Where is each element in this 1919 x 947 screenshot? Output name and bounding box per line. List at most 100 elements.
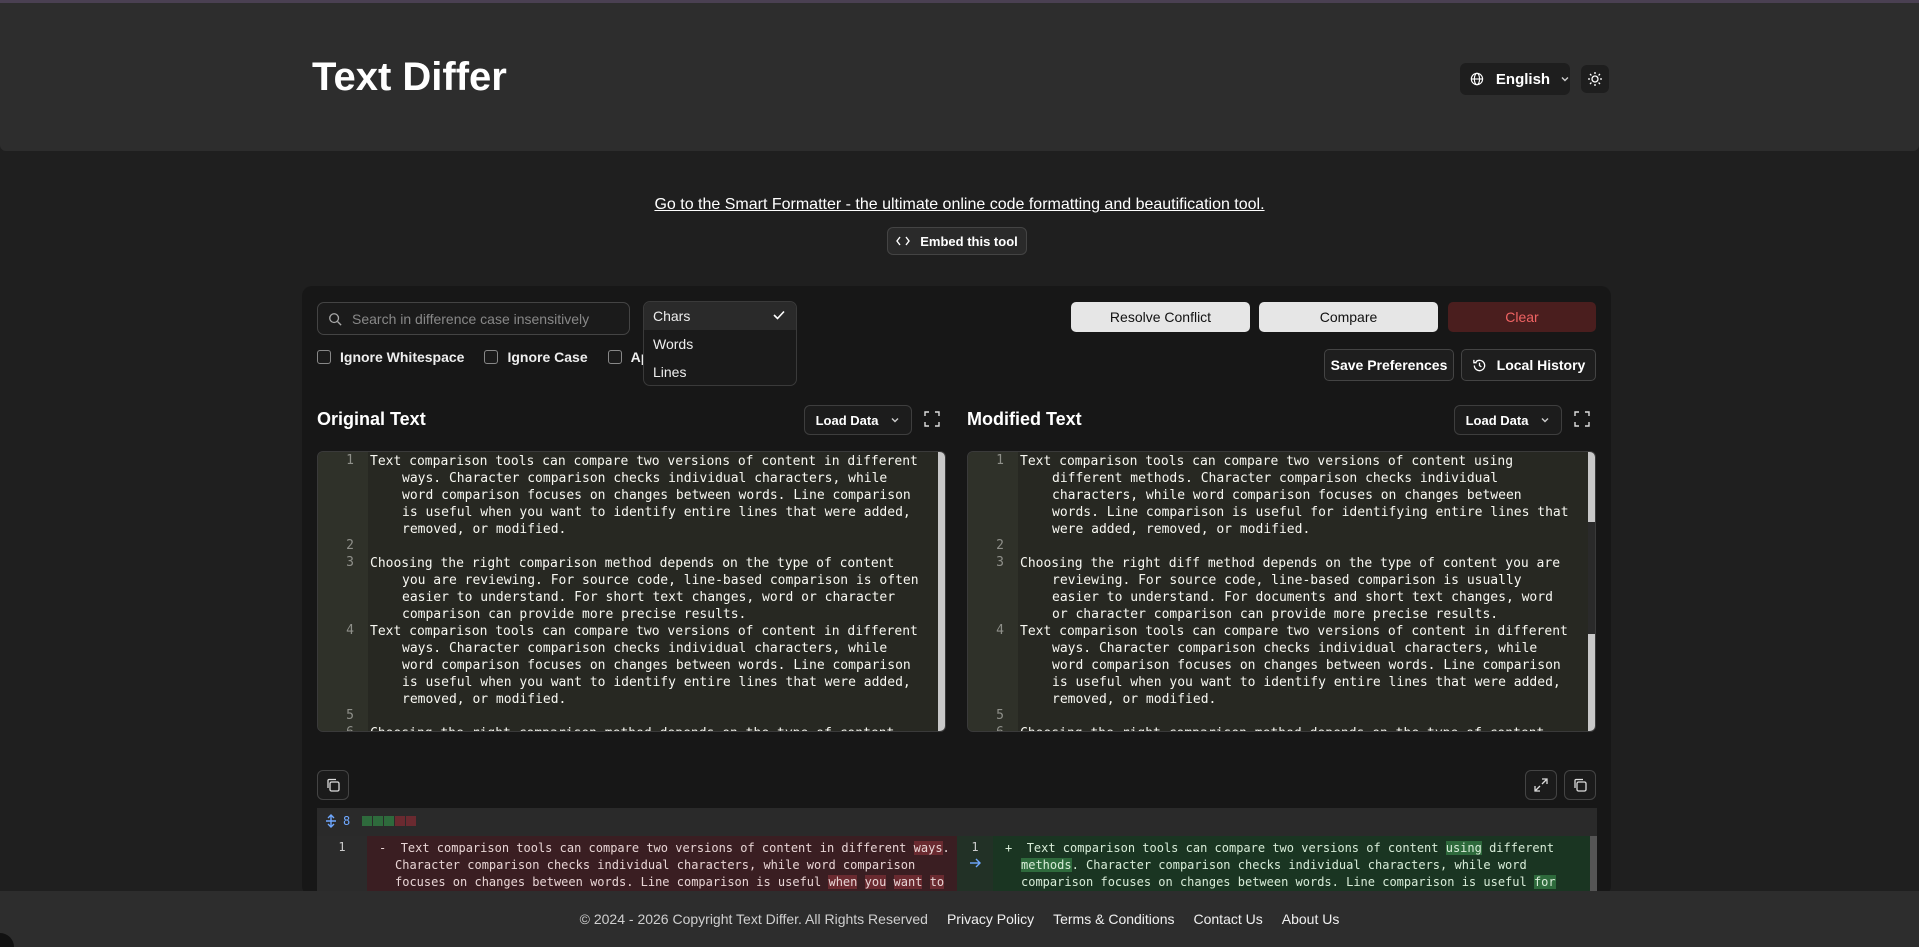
diff-scrollbar[interactable]: [1590, 836, 1597, 896]
copy-diff-button[interactable]: [1564, 770, 1596, 800]
original-load-data-button[interactable]: Load Data: [804, 405, 912, 435]
privacy-policy-link[interactable]: Privacy Policy: [947, 911, 1034, 927]
scrollbar-thumb[interactable]: [938, 452, 945, 731]
line-number: 6: [968, 725, 1004, 731]
diff-deleted-line: - Text comparison tools can compare two …: [367, 840, 957, 896]
diff-line-number: 1: [971, 840, 979, 854]
sun-icon: [1588, 72, 1602, 86]
line-number: 1: [996, 453, 1004, 468]
language-selector[interactable]: English: [1460, 63, 1570, 95]
checkbox-box[interactable]: [607, 350, 622, 364]
editor-scrollbar[interactable]: [938, 452, 945, 731]
line-number: 1: [346, 453, 354, 468]
line-number: 2: [346, 538, 354, 553]
scrollbar-thumb[interactable]: [1588, 452, 1595, 522]
minimap-insert: [362, 816, 373, 826]
editor-scrollbar[interactable]: [1588, 452, 1595, 731]
line-text: [370, 538, 924, 555]
modified-load-data-button[interactable]: Load Data: [1454, 405, 1562, 435]
minimap-delete: [406, 816, 417, 826]
modified-text-title: Modified Text: [967, 409, 1082, 429]
line-number: 4: [996, 623, 1004, 638]
unchanged-text: Text comparison tools can compare two ve…: [400, 841, 914, 855]
modified-text-editor[interactable]: 1 Text comparison tools can compare two v…: [967, 451, 1596, 732]
line-text: Choosing the right comparison method dep…: [1020, 725, 1574, 731]
editor-line: 4 Text comparison tools can compare two v…: [318, 623, 936, 708]
line-text: Text comparison tools can compare two ve…: [370, 624, 918, 707]
load-data-label: Load Data: [815, 412, 879, 428]
copy-icon: [327, 778, 340, 792]
line-text: Text comparison tools can compare two ve…: [370, 454, 918, 537]
diff-summary-bar: 8: [317, 808, 1597, 836]
editor-line: 6 Choosing the right comparison method de…: [968, 725, 1586, 731]
diff-right-pane: 1 + Text comparison tools can compare tw…: [957, 836, 1597, 896]
inserted-word: using: [1445, 841, 1482, 855]
contact-link[interactable]: Contact Us: [1194, 911, 1263, 927]
checkbox-box[interactable]: [484, 350, 499, 364]
editor-line: 5: [318, 708, 936, 725]
history-icon: [1472, 359, 1485, 371]
line-number: 6: [318, 725, 354, 731]
diff-view: 1 - Text comparison tools can compare tw…: [317, 836, 1597, 896]
inserted-word: for: [1533, 875, 1556, 889]
mode-option-lines[interactable]: Lines: [644, 358, 796, 385]
editor-line: 1 Text comparison tools can compare two v…: [968, 453, 1586, 538]
mode-option-words[interactable]: Words: [644, 330, 796, 358]
code-icon: [896, 236, 911, 246]
modified-fullscreen-button[interactable]: [1572, 409, 1592, 429]
expand-icon: [924, 411, 940, 427]
options-row: Ignore Whitespace Ignore Case Appl: [317, 349, 662, 365]
inserted-word: methods: [1021, 858, 1072, 872]
original-fullscreen-button[interactable]: [922, 409, 942, 429]
editor-line: 3 Choosing the right diff method depends …: [968, 555, 1586, 623]
unchanged-text: Text comparison tools can compare two ve…: [1026, 841, 1446, 855]
diff-count: 8: [325, 814, 417, 828]
line-number: 3: [346, 555, 354, 570]
mode-option-chars[interactable]: Chars: [644, 302, 796, 330]
line-text: Text comparison tools can compare two ve…: [1020, 624, 1568, 707]
editor-line: 4 Text comparison tools can compare two v…: [968, 623, 1586, 708]
page-title: Text Differ: [312, 55, 507, 99]
language-label: English: [1495, 70, 1551, 88]
copy-button[interactable]: [317, 770, 349, 800]
resolve-conflict-button[interactable]: Resolve Conflict: [1071, 302, 1250, 332]
smart-formatter-link[interactable]: Go to the Smart Formatter - the ultimate…: [0, 196, 1919, 214]
original-text-title: Original Text: [317, 409, 426, 429]
diff-minimap: [362, 816, 417, 826]
embed-tool-button[interactable]: Embed this tool: [887, 227, 1027, 255]
arrows-vertical-icon[interactable]: [325, 814, 337, 828]
line-text: [1020, 538, 1574, 555]
compare-mode-dropdown: Chars Words Lines: [643, 301, 797, 386]
expand-diff-button[interactable]: [1525, 770, 1557, 800]
line-number: 2: [996, 538, 1004, 553]
check-icon: [773, 310, 785, 320]
ignore-case-checkbox[interactable]: Ignore Case: [484, 349, 588, 365]
checkbox-label: Ignore Case: [507, 349, 588, 365]
deleted-text: Text comparison tools can compare two ve…: [395, 841, 950, 896]
local-history-button[interactable]: Local History: [1461, 349, 1596, 381]
ignore-whitespace-checkbox[interactable]: Ignore Whitespace: [317, 349, 464, 365]
arrow-right-icon[interactable]: [969, 858, 981, 868]
diff-line-gutter: 1: [957, 836, 993, 896]
mode-option-label: Words: [653, 336, 694, 352]
original-text-editor[interactable]: 1 Text comparison tools can compare two v…: [317, 451, 946, 732]
clear-button[interactable]: Clear: [1448, 302, 1596, 332]
deleted-word: to: [929, 875, 945, 889]
save-preferences-button[interactable]: Save Preferences: [1324, 349, 1454, 381]
search-icon: [329, 312, 342, 326]
footer: © 2024 - 2026 Copyright Text Differ. All…: [0, 891, 1919, 947]
compare-button[interactable]: Compare: [1259, 302, 1438, 332]
scrollbar-thumb[interactable]: [1588, 634, 1595, 731]
copyright-text: © 2024 - 2026 Copyright Text Differ. All…: [579, 911, 928, 927]
checkbox-box[interactable]: [317, 350, 331, 364]
line-text: Choosing the right diff method depends o…: [1020, 556, 1561, 622]
line-number: 4: [346, 623, 354, 638]
about-link[interactable]: About Us: [1282, 911, 1340, 927]
load-data-label: Load Data: [1465, 412, 1529, 428]
theme-toggle-button[interactable]: [1581, 65, 1609, 93]
deleted-word: want: [893, 875, 923, 889]
line-text: Text comparison tools can compare two ve…: [1020, 454, 1569, 537]
terms-link[interactable]: Terms & Conditions: [1053, 911, 1174, 927]
unchanged-text: [922, 875, 929, 889]
search-input[interactable]: [352, 310, 612, 327]
